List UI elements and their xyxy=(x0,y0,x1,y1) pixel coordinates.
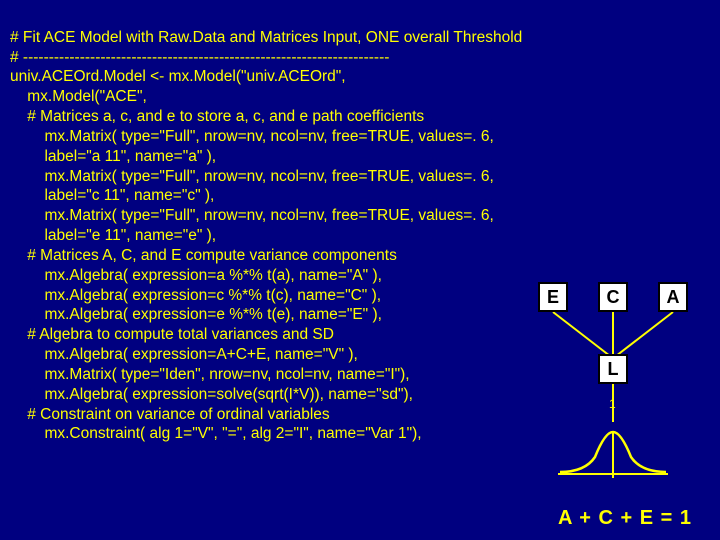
diagram-lines xyxy=(530,282,710,532)
code-line: label="c 11", name="c" ), xyxy=(10,187,214,204)
code-line: label="e 11", name="e" ), xyxy=(10,227,216,244)
code-line: # Constraint on variance of ordinal vari… xyxy=(10,406,330,423)
node-A: A xyxy=(658,282,688,312)
code-line: mx.Model("ACE", xyxy=(10,88,147,105)
code-line: mx.Matrix( type="Full", nrow=nv, ncol=nv… xyxy=(10,128,494,145)
code-line: # Matrices a, c, and e to store a, c, an… xyxy=(10,108,424,125)
code-line: # Fit ACE Model with Raw.Data and Matric… xyxy=(10,29,522,46)
node-E: E xyxy=(538,282,568,312)
code-line: # Algebra to compute total variances and… xyxy=(10,326,334,343)
node-C: C xyxy=(598,282,628,312)
code-line: # Matrices A, C, and E compute variance … xyxy=(10,247,397,264)
code-line: mx.Algebra( expression=e %*% t(e), name=… xyxy=(10,306,382,323)
code-line: mx.Matrix( type="Iden", nrow=nv, ncol=nv… xyxy=(10,366,410,383)
code-line: label="a 11", name="a" ), xyxy=(10,148,216,165)
code-line: mx.Algebra( expression=solve(sqrt(I*V)),… xyxy=(10,386,413,403)
code-line: mx.Algebra( expression=A+C+E, name="V" )… xyxy=(10,346,358,363)
formula-text: A + C + E = 1 xyxy=(530,507,720,530)
code-line: # --------------------------------------… xyxy=(10,49,389,66)
code-line: mx.Algebra( expression=a %*% t(a), name=… xyxy=(10,267,382,284)
code-line: mx.Constraint( alg 1="V", "=", alg 2="I"… xyxy=(10,425,422,442)
code-line: mx.Algebra( expression=c %*% t(c), name=… xyxy=(10,287,381,304)
path-label-one: 1 xyxy=(609,397,616,411)
code-line: mx.Matrix( type="Full", nrow=nv, ncol=nv… xyxy=(10,207,494,224)
code-line: mx.Matrix( type="Full", nrow=nv, ncol=nv… xyxy=(10,168,494,185)
node-L: L xyxy=(598,354,628,384)
code-line: univ.ACEOrd.Model <- mx.Model("univ.ACEO… xyxy=(10,68,346,85)
path-diagram: E C A L 1 A + C + E = 1 xyxy=(530,282,710,532)
